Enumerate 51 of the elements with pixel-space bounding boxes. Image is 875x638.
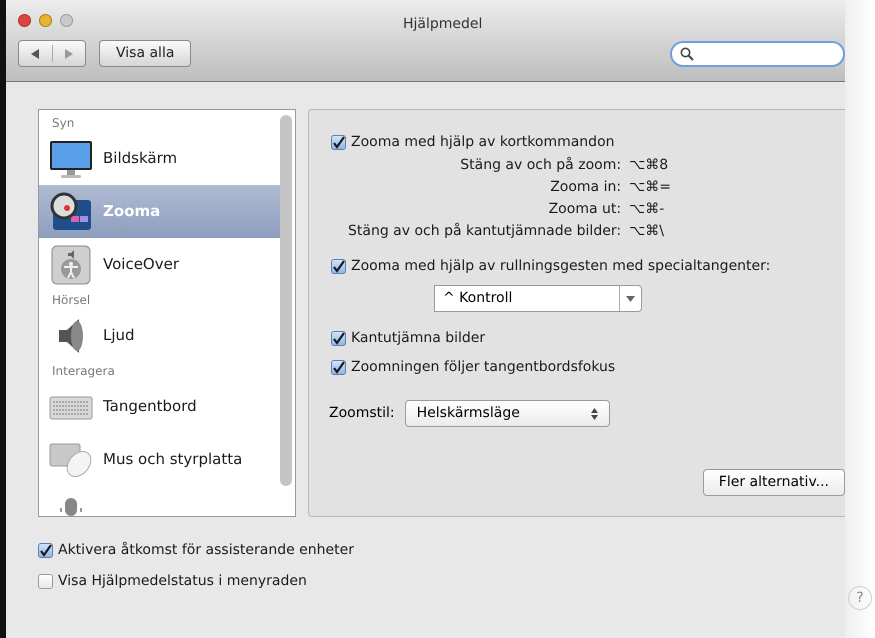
shortcut-label: Zooma in: bbox=[549, 178, 622, 197]
search-field[interactable] bbox=[670, 40, 845, 66]
minimize-button[interactable] bbox=[39, 14, 52, 26]
shortcut-label: Zooma ut: bbox=[548, 200, 622, 219]
close-button[interactable] bbox=[18, 14, 31, 26]
accessibility-icon bbox=[49, 244, 93, 284]
checkbox-label: Zooma med hjälp av kortkommandon bbox=[351, 133, 615, 152]
dropdown-arrow-icon bbox=[626, 296, 635, 302]
checkbox-label: Aktivera åtkomst för assisterande enheter bbox=[58, 540, 354, 560]
back-icon bbox=[30, 48, 40, 58]
shortcut-keys: ⌥⌘- bbox=[629, 198, 671, 220]
stepper-arrows-icon bbox=[590, 408, 598, 420]
zoom-style-select[interactable]: Helskärmsläge bbox=[404, 400, 610, 427]
checkbox[interactable] bbox=[38, 574, 53, 589]
sidebar-item[interactable]: Tangentbord bbox=[39, 380, 280, 433]
section-header: Interagera bbox=[51, 363, 116, 380]
more-options-button[interactable]: Fler alternativ... bbox=[702, 469, 845, 496]
checkbox-label: Kantutjämna bilder bbox=[351, 329, 486, 348]
checkbox-label: Visa Hjälpmedelstatus i menyraden bbox=[58, 572, 307, 591]
monitor-icon bbox=[49, 138, 93, 178]
shortcut-keys: ⌥⌘\ bbox=[629, 220, 671, 242]
checkmark-icon bbox=[39, 544, 52, 557]
section-header: Hörsel bbox=[51, 292, 92, 309]
back-forward-control[interactable] bbox=[18, 40, 86, 67]
checkmark-icon bbox=[332, 260, 345, 273]
checkmark-icon bbox=[332, 136, 345, 149]
checkmark-icon bbox=[332, 361, 345, 374]
shortcut-label: Stäng av och på zoom: bbox=[459, 156, 622, 175]
checkbox[interactable] bbox=[331, 135, 346, 150]
checkbox-label: Zoomningen följer tangentbordsfokus bbox=[351, 358, 616, 377]
shortcut-label: Stäng av och på kantutjämnade bilder: bbox=[348, 222, 622, 241]
sidebar-item[interactable]: Bildskärm bbox=[39, 132, 280, 185]
checkbox-label: Zooma med hjälp av rullningsgesten med specialtangenter: bbox=[351, 257, 770, 276]
shortcut-keys: ⌥⌘= bbox=[629, 176, 671, 198]
sidebar-item[interactable]: VoiceOver bbox=[39, 238, 280, 291]
checkbox[interactable] bbox=[38, 543, 53, 558]
shortcut-keys: ⌥⌘8 bbox=[629, 154, 671, 176]
magnifier-icon bbox=[49, 192, 93, 232]
window-title: Hjälpmedel bbox=[403, 15, 482, 34]
section-header: Syn bbox=[51, 115, 76, 132]
modifier-combo-box[interactable]: ^ Kontroll bbox=[434, 285, 642, 312]
zoom-style-label: Zoomstil: bbox=[329, 404, 395, 423]
checkbox[interactable] bbox=[331, 259, 346, 274]
search-icon bbox=[680, 46, 694, 60]
show-all-button[interactable]: Visa alla bbox=[99, 40, 192, 67]
checkbox[interactable] bbox=[331, 331, 346, 346]
forward-icon bbox=[64, 48, 74, 58]
checkmark-icon bbox=[332, 332, 345, 345]
sidebar-item[interactable]: Mus och styrplatta bbox=[39, 433, 280, 486]
checkbox[interactable] bbox=[331, 360, 346, 375]
sidebar-item[interactable]: Ljud bbox=[39, 309, 280, 362]
